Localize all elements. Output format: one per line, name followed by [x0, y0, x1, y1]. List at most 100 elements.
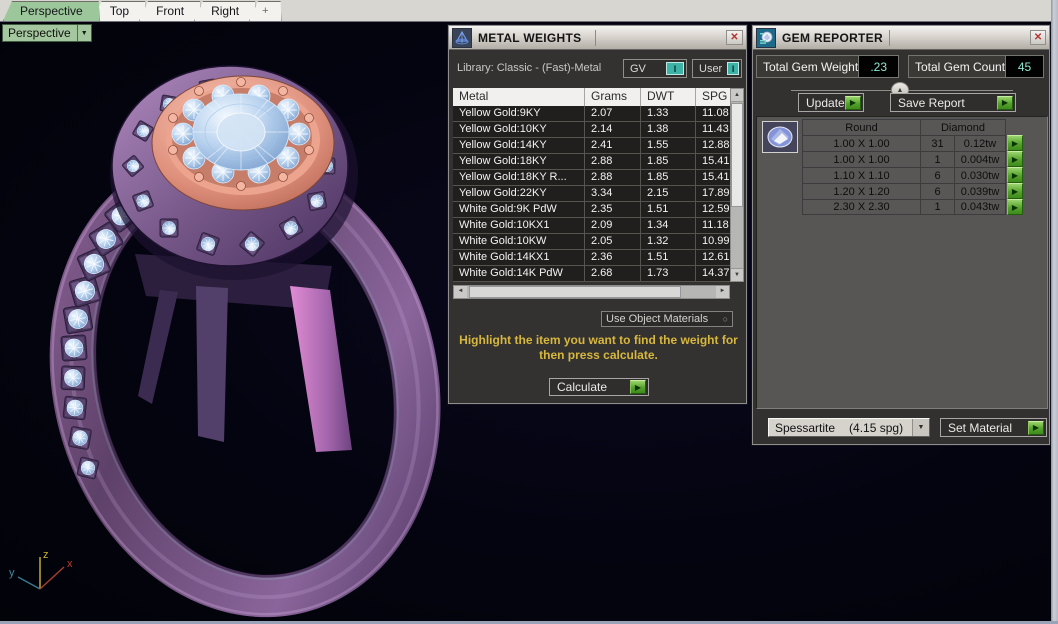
scroll-right-icon[interactable]: ►: [716, 286, 729, 298]
gem-table: Round Diamond 1.00 X 1.00 31 0.12tw ▶ 1.…: [802, 119, 1042, 215]
axis-gizmo: z x y: [9, 549, 73, 590]
go-arrow-icon: ▶: [630, 380, 646, 394]
gem-reporter-titlebar[interactable]: GEM REPORTER ✕: [753, 26, 1049, 50]
gem-shape-icon: [762, 121, 798, 153]
gem-report-content: Round Diamond 1.00 X 1.00 31 0.12tw ▶ 1.…: [756, 116, 1048, 409]
gv-toggle-button[interactable]: GV I: [623, 59, 687, 78]
plus-icon: +: [262, 5, 269, 17]
gem-report-icon: [756, 27, 776, 48]
gem-material-select[interactable]: Spessartite (4.15 spg) ▼: [768, 418, 930, 437]
set-material-button[interactable]: Set Material ▶: [940, 418, 1047, 437]
metal-table-row[interactable]: White Gold:14KX1 2.36 1.51 12.61: [453, 250, 730, 266]
calculate-button[interactable]: Calculate ▶: [549, 378, 649, 396]
metal-table-row[interactable]: Yellow Gold:18KY R... 2.88 1.85 15.41: [453, 170, 730, 186]
viewport-tab-bar: Perspective Top Front Right +: [0, 0, 1058, 22]
panel-title: METAL WEIGHTS: [478, 30, 582, 45]
gem-table-row[interactable]: 1.10 X 1.10 6 0.030tw ▶: [802, 167, 1042, 183]
user-toggle-state: I: [727, 62, 739, 75]
go-arrow-icon[interactable]: ▶: [1007, 199, 1023, 215]
metal-table-header: Metal Grams DWT SPG: [453, 88, 730, 106]
go-arrow-icon[interactable]: ▶: [1007, 183, 1023, 199]
window-edge-right: [1051, 0, 1058, 624]
tab-right[interactable]: Right: [194, 1, 256, 21]
close-icon[interactable]: ✕: [726, 30, 743, 45]
gem-table-row[interactable]: 1.20 X 1.20 6 0.039tw ▶: [802, 183, 1042, 199]
metal-weights-panel: METAL WEIGHTS ✕ Library: Classic - (Fast…: [448, 25, 747, 404]
gv-toggle-state: I: [666, 62, 684, 75]
radio-circle-icon: ○: [722, 314, 728, 324]
metal-table-row[interactable]: White Gold:9K PdW 2.35 1.51 12.59: [453, 202, 730, 218]
metal-table-row[interactable]: Yellow Gold:10KY 2.14 1.38 11.43: [453, 122, 730, 138]
gem-material-header: Diamond: [921, 119, 1006, 135]
scale-cone-icon: [452, 27, 472, 48]
ring-under-gallery: [135, 254, 352, 452]
ring-head: [110, 65, 358, 280]
tab-top[interactable]: Top: [93, 1, 146, 21]
ring-3d-model[interactable]: [0, 22, 470, 621]
metal-weights-titlebar[interactable]: METAL WEIGHTS ✕: [449, 26, 746, 50]
material-spg: (4.15 spg): [849, 420, 904, 435]
material-name: Spessartite: [775, 420, 836, 435]
update-button[interactable]: Update ▶: [798, 93, 864, 112]
gem-table-body: 1.00 X 1.00 31 0.12tw ▶ 1.00 X 1.00 1 0.…: [802, 135, 1042, 215]
x-axis-line: [39, 566, 65, 590]
scroll-up-icon[interactable]: ▲: [731, 89, 743, 102]
metal-table-row[interactable]: Yellow Gold:18KY 2.88 1.85 15.41: [453, 154, 730, 170]
column-header-dwt[interactable]: DWT: [641, 88, 696, 106]
vscroll-thumb[interactable]: [731, 103, 743, 207]
metal-table-row[interactable]: White Gold:10KX1 2.09 1.34 11.18: [453, 218, 730, 234]
total-gem-count-value: 45: [1006, 55, 1045, 78]
use-object-materials-toggle[interactable]: Use Object Materials ○: [601, 311, 733, 327]
gem-table-row[interactable]: 1.00 X 1.00 31 0.12tw ▶: [802, 135, 1042, 151]
total-gem-count-label: Total Gem Count: [908, 55, 1007, 78]
go-arrow-icon: ▶: [997, 95, 1013, 110]
x-axis-label: x: [67, 558, 73, 570]
y-axis-line: [17, 576, 41, 590]
go-arrow-icon: ▶: [1028, 420, 1044, 435]
center-gem: [192, 93, 290, 171]
total-gem-count-group: Total Gem Count 45: [908, 55, 1045, 78]
tab-front[interactable]: Front: [139, 1, 201, 21]
hscroll-thumb[interactable]: [469, 286, 681, 298]
metal-table-row[interactable]: Yellow Gold:9KY 2.07 1.33 11.08: [453, 106, 730, 122]
gem-table-header: Round Diamond: [802, 119, 1042, 135]
metal-table-row[interactable]: Yellow Gold:14KY 2.41 1.55 12.88: [453, 138, 730, 154]
total-gem-weight-label: Total Gem Weight: [756, 55, 860, 78]
save-report-button[interactable]: Save Report ▶: [890, 93, 1016, 112]
metal-table-row[interactable]: White Gold:10KW 2.05 1.32 10.99: [453, 234, 730, 250]
metal-table: Metal Grams DWT SPG Yellow Gold:9KY 2.07…: [453, 88, 730, 282]
metal-table-hscrollbar[interactable]: ◄ ►: [453, 285, 730, 299]
instruction-text: Highlight the item you want to find the …: [459, 333, 738, 362]
go-arrow-icon: ▶: [845, 95, 861, 110]
library-label: Library: Classic - (Fast)-Metal: [457, 62, 602, 74]
metal-table-row[interactable]: White Gold:14K PdW 2.68 1.73 14.37: [453, 266, 730, 282]
metal-table-vscrollbar[interactable]: ▲ ▼: [730, 88, 744, 282]
gem-reporter-panel: GEM REPORTER ✕ Total Gem Weight .23 Tota…: [752, 25, 1050, 445]
chevron-down-icon: ▼: [912, 419, 929, 436]
panel-title: GEM REPORTER: [782, 30, 883, 45]
gem-table-row[interactable]: 1.00 X 1.00 1 0.004tw ▶: [802, 151, 1042, 167]
app-window: Perspective Top Front Right + Perspectiv…: [0, 0, 1058, 624]
z-axis-label: z: [43, 549, 49, 561]
column-header-grams[interactable]: Grams: [585, 88, 641, 106]
tab-perspective[interactable]: Perspective: [3, 1, 100, 21]
column-header-metal[interactable]: Metal: [453, 88, 585, 106]
viewport-name-label: Perspective: [8, 26, 71, 40]
metal-table-row[interactable]: Yellow Gold:22KY 3.34 2.15 17.89: [453, 186, 730, 202]
gem-table-row[interactable]: 2.30 X 2.30 1 0.043tw ▶: [802, 199, 1042, 215]
user-toggle-button[interactable]: User I: [692, 59, 742, 78]
scroll-left-icon[interactable]: ◄: [454, 286, 467, 298]
viewport-name-dropdown[interactable]: Perspective ▼: [2, 24, 92, 42]
column-header-spg[interactable]: SPG: [696, 88, 730, 106]
go-arrow-icon[interactable]: ▶: [1007, 135, 1023, 151]
metal-table-body: Yellow Gold:9KY 2.07 1.33 11.08 Yellow G…: [453, 106, 730, 282]
go-arrow-icon[interactable]: ▶: [1007, 151, 1023, 167]
close-icon[interactable]: ✕: [1030, 30, 1046, 45]
total-gem-weight-group: Total Gem Weight .23: [756, 55, 900, 78]
scroll-down-icon[interactable]: ▼: [731, 268, 743, 281]
total-gem-weight-value: .23: [859, 55, 900, 78]
gem-shape-header: Round: [802, 119, 921, 135]
go-arrow-icon[interactable]: ▶: [1007, 167, 1023, 183]
chevron-down-icon: ▼: [76, 25, 91, 41]
y-axis-label: y: [9, 567, 15, 579]
